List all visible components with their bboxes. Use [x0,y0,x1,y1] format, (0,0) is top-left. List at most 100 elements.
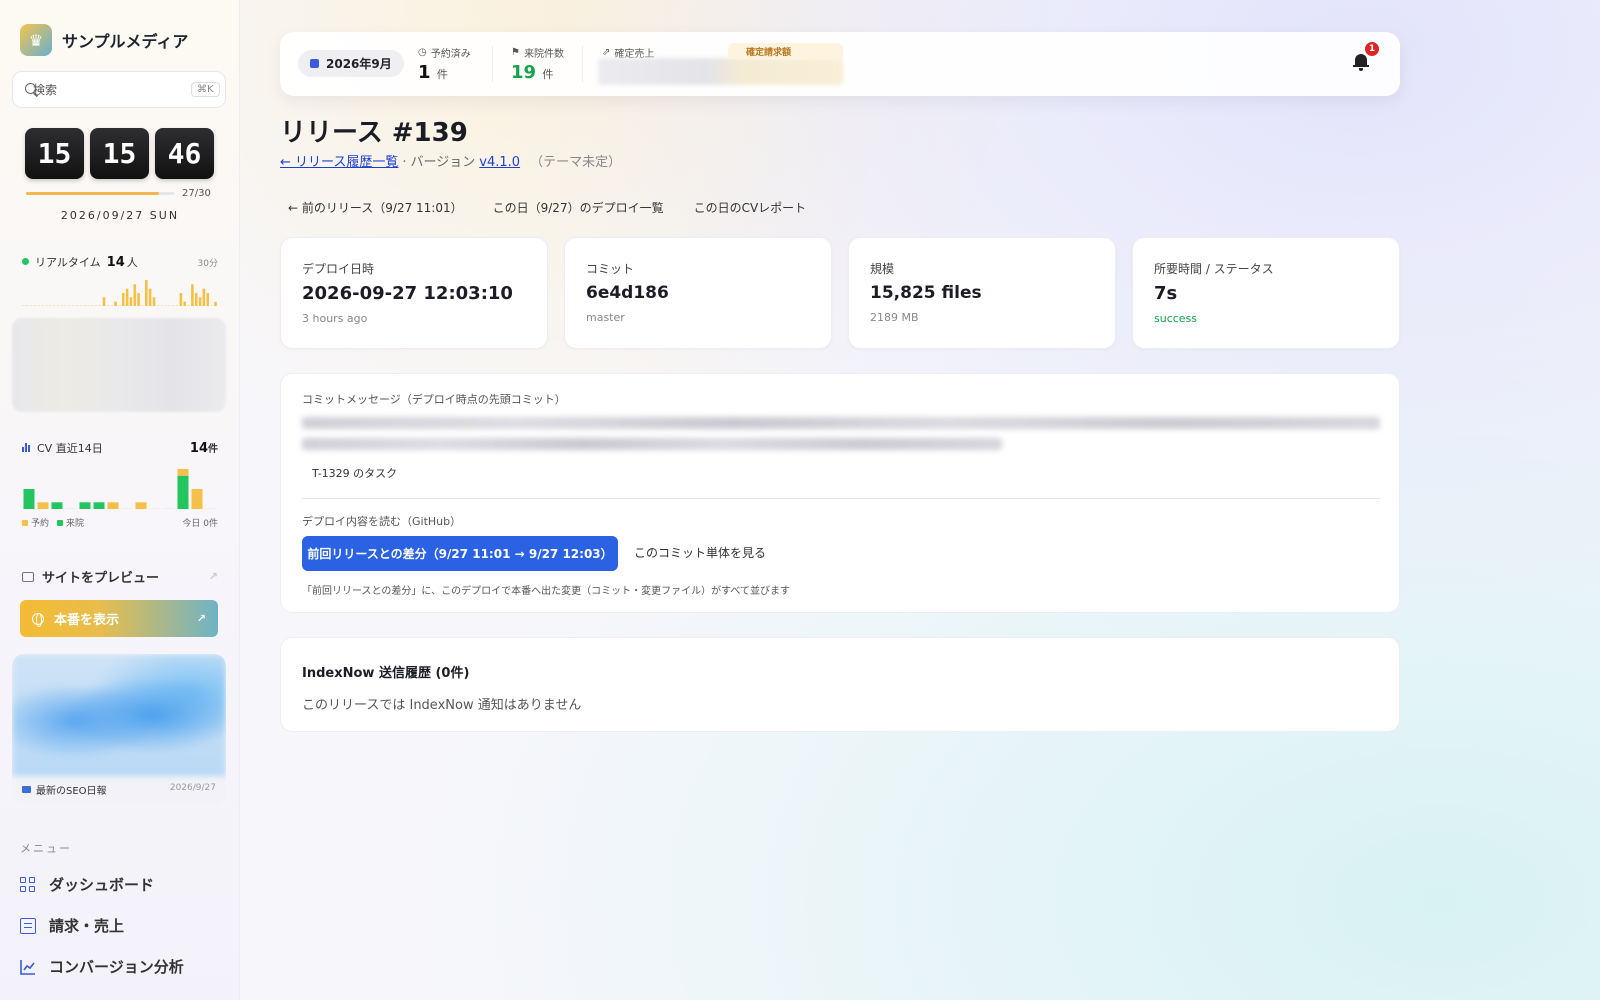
indexnow-title: IndexNow 送信履歴 (0件) [302,666,470,681]
realtime-bar [75,305,79,306]
month-selector[interactable]: 2026年9月 [298,50,404,77]
diff-from-previous-button[interactable]: 前回リリースとの差分（9/27 11:01 → 9/27 12:03） [302,536,618,571]
cv-bar-visit [93,502,105,509]
notification-bell[interactable]: 1 [1352,41,1380,74]
commit-message-label: コミットメッセージ（デプロイ時点の先頭コミット） [302,393,566,406]
month-progress-bar [26,192,174,195]
summary-cards: デプロイ日時 2026-09-27 12:03:10 3 hours ago コ… [280,237,1400,349]
brand[interactable]: ♛ サンプルメディア [20,24,188,56]
release-subline: ← リリース履歴一覧 · バージョン v4.1.0 （テーマ未定） [280,151,621,170]
cv-bar-reserve [177,469,189,476]
site-preview-link[interactable]: サイトをプレビュー ↗ [22,567,218,586]
cv-bar-visit [177,475,189,509]
nav-billing[interactable]: 請求・売上 [20,915,124,936]
card-sub: 2189 MB [870,311,919,324]
realtime-bar [95,305,98,306]
realtime-bar [118,305,121,306]
top-bar: 2026年9月 ◷ 予約済み 1 件 ⚑ 来院件数 19 件 ⇗ 確定売上 確定請求額… [280,32,1400,96]
realtime-bar [198,297,202,306]
cv-bar-reserve [37,502,49,509]
commit-card: コミット 6e4d186 master [564,237,832,349]
release-history-link[interactable]: ← リリース履歴一覧 [280,151,398,170]
nav-conversion[interactable]: コンバージョン分析 [20,956,184,977]
stat-reservations-text: 予約済み [430,49,471,60]
seo-report-title: 最新のSEO日報 [22,782,107,797]
cv-bar-visit [23,489,35,509]
realtime-bar [171,305,175,306]
realtime-bar [91,305,94,306]
legend-reserve-label: 予約 [31,519,50,529]
cv-chart [23,469,217,509]
stat-reservations-label: ◷ 予約済み [418,45,471,60]
cv-total-unit: 件 [208,444,218,455]
billing-tab[interactable]: 確定請求額 [728,43,843,59]
external-link-icon: ↗ [208,570,218,583]
day-deploys-link[interactable]: この日（9/27）のデプロイ一覧 [493,199,664,216]
external-link-icon: ↗ [196,612,206,625]
indexnow-empty-message: このリリースでは IndexNow 通知はありません [302,698,582,713]
grid-icon [20,876,36,893]
seo-report-date: 2026/9/27 [169,783,216,793]
brand-name: サンプルメディア [62,32,189,51]
view-production-button[interactable]: 本番を表示 ↗ [20,600,218,637]
page-title: リリース #139 [280,118,468,148]
blurred-sales-values [598,58,843,85]
scale-card: 規模 15,825 files 2189 MB [848,237,1116,349]
cv-today: 今日 0件 [182,519,218,529]
task-reference[interactable]: T-1329 のタスク [312,465,397,481]
month-label: 2026年9月 [326,57,392,71]
realtime-bar [148,288,152,306]
single-commit-link[interactable]: このコミット単体を見る [634,544,766,561]
view-production-label: 本番を表示 [54,613,120,628]
seo-report-label: 最新のSEO日報 [36,786,107,797]
divider [302,498,1380,499]
prev-release-link[interactable]: ← 前のリリース（9/27 11:01） [288,199,463,216]
nav-conversion-label: コンバージョン分析 [49,958,184,976]
github-read-label: デプロイ内容を読む（GitHub） [302,515,462,528]
legend-visit-label: 来院 [66,519,85,529]
realtime-bar [152,297,156,306]
chart-line-icon [20,959,35,975]
shortcut-hint: ⌘K [191,82,220,97]
realtime-bar [206,293,210,306]
realtime-bar [22,305,25,306]
realtime-bar [137,293,140,306]
search-box[interactable]: ⌘K [12,71,226,108]
day-cv-report-link[interactable]: この日のCVレポート [694,199,807,216]
current-date: 2026/09/27 SUN [60,209,180,222]
stat-visits-value: 19 件 [511,62,564,83]
diff-note: 「前回リリースとの差分」に、このデプロイで本番へ出た変更（コミット・変更ファイル… [302,586,790,597]
realtime-unit: 人 [126,256,138,269]
cv-bar-visit [79,502,91,509]
cv-baseline [65,508,77,509]
realtime-bar [33,305,37,306]
realtime-header: リアルタイム 14 人 30分 [22,254,218,270]
card-value: 2026-09-27 12:03:10 [302,283,513,304]
search-input[interactable] [33,82,183,97]
nav-billing-label: 請求・売上 [49,917,125,935]
realtime-bar [52,305,56,306]
realtime-bar [72,305,75,306]
card-value: 7s [1154,283,1178,304]
realtime-bar [106,305,110,306]
realtime-bar [98,305,102,306]
stat-visits-number: 19 [511,62,537,83]
seo-report-card[interactable]: 最新のSEO日報 2026/9/27 [12,654,226,804]
realtime-bar [25,305,29,306]
clock-icon: ◷ [418,47,427,58]
realtime-bar [202,288,206,306]
crown-icon: ♛ [20,24,52,56]
realtime-bar [41,305,44,306]
card-label: 規模 [870,262,895,276]
notification-count-badge: 1 [1364,41,1380,57]
bell-icon-clapper [1359,68,1363,71]
realtime-bar [183,301,186,306]
seo-report-thumbnail [12,654,226,776]
billing-tab-label: 確定請求額 [746,47,792,58]
nav-dashboard[interactable]: ダッシュボード [20,874,154,895]
version-link[interactable]: v4.1.0 [479,155,520,170]
billing-icon [20,917,36,934]
card-sub: 3 hours ago [302,312,368,325]
separator: · [402,155,407,170]
stat-visits-text: 来院件数 [523,49,564,60]
